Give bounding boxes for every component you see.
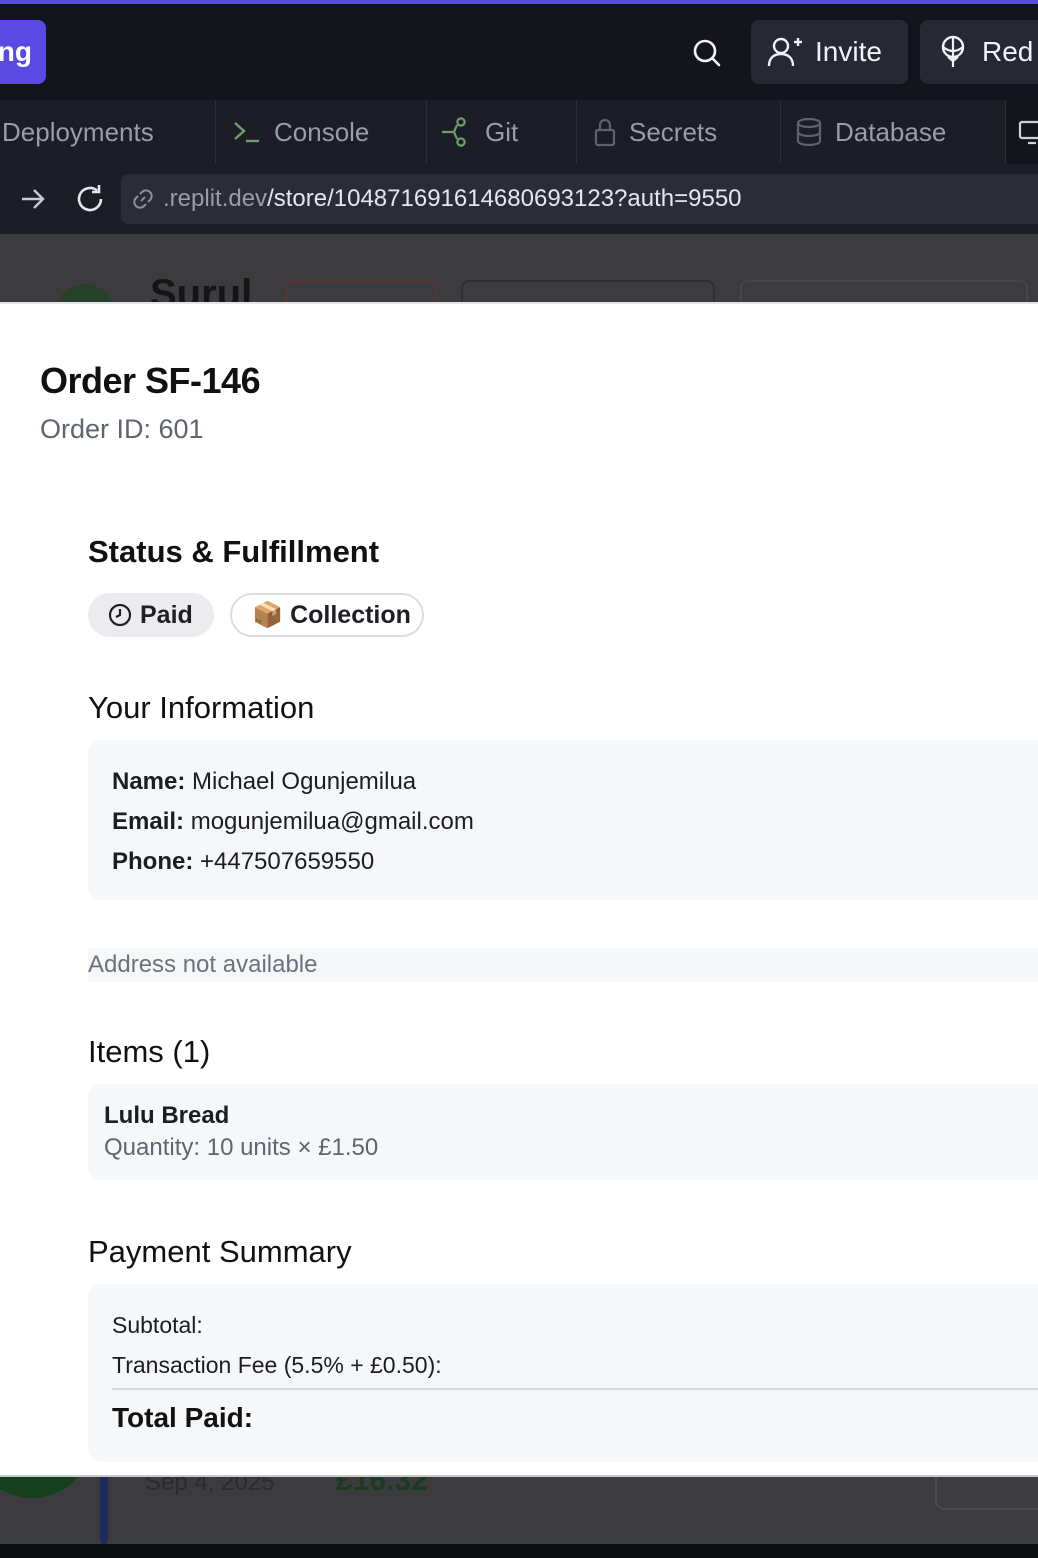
tab-webview[interactable] <box>1006 100 1038 164</box>
url-input[interactable]: .replit.dev/store/10487169161468069312​3… <box>121 174 1038 224</box>
fulfillment-badge: 📦 Collection <box>230 593 424 637</box>
divider <box>112 1388 1038 1390</box>
tab-secrets[interactable]: Secrets <box>577 100 781 164</box>
invite-label: Invite <box>815 36 882 67</box>
phone-label: Phone: <box>112 848 194 875</box>
url-host: .replit.dev <box>163 185 268 212</box>
status-badge-label: Paid <box>140 600 193 629</box>
tab-git[interactable]: Git <box>427 100 577 164</box>
transaction-fee-label: Transaction Fee (5.5% + £0.50): <box>112 1352 442 1378</box>
order-title: Order SF-146 <box>40 360 261 401</box>
forward-button[interactable] <box>16 182 50 216</box>
add-user-icon <box>767 37 802 67</box>
fulfillment-badge-label: 📦 Collection <box>252 600 411 629</box>
total-paid-label: Total Paid: <box>112 1402 254 1433</box>
webview-address-bar: .replit.dev/store/10487169161468069312​3… <box>0 164 1038 234</box>
monitor-icon <box>1018 120 1038 145</box>
workspace-header: ng Invite Red <box>0 4 1038 100</box>
reload-icon <box>77 185 103 212</box>
console-icon <box>234 122 259 143</box>
tab-deployments[interactable]: Deployments <box>0 100 216 164</box>
customer-info-card: Name: Michael Ogunjemilua Email: mogunje… <box>88 740 1038 900</box>
link-icon <box>133 189 153 209</box>
name-row: Name: Michael Ogunjemilua <box>112 768 416 796</box>
lock-icon <box>594 118 616 147</box>
tool-tabs: Deployments Console Git Secrets Database <box>0 100 1038 164</box>
git-icon <box>442 117 466 147</box>
subtotal-label: Subtotal: <box>112 1312 203 1338</box>
order-details-modal: Order SF-146 Order ID: 601 Status & Fulf… <box>0 302 1038 1477</box>
address-placeholder: Address not available <box>88 948 1038 982</box>
phone-value: +447507659550 <box>200 848 375 875</box>
email-label: Email: <box>112 808 185 835</box>
tab-database-label: Database <box>835 116 947 147</box>
name-label: Name: <box>112 768 186 795</box>
redeploy-button[interactable]: Red <box>920 20 1038 84</box>
phone-row: Phone: +447507659550 <box>112 848 374 876</box>
tab-deployments-label: Deployments <box>2 116 154 147</box>
upgrade-button-label: ng <box>0 36 32 67</box>
search-icon <box>693 39 721 67</box>
tab-git-label: Git <box>485 116 519 147</box>
tab-console[interactable]: Console <box>216 100 427 164</box>
item-name: Lulu Bread <box>104 1102 230 1129</box>
item-quantity: Quantity: 10 units × £1.50 <box>104 1134 379 1161</box>
tab-secrets-label: Secrets <box>629 116 718 147</box>
tab-database[interactable]: Database <box>781 100 1006 164</box>
tab-console-label: Console <box>274 116 370 147</box>
clock-icon <box>108 603 132 627</box>
info-section-title: Your Information <box>88 690 315 725</box>
url-path: /store/10487169161468069312​3?auth=9550 <box>267 185 742 212</box>
deploy-icon <box>941 35 965 67</box>
payment-section-title: Payment Summary <box>88 1234 352 1269</box>
reload-button[interactable] <box>73 182 107 216</box>
status-section-title: Status & Fulfillment <box>88 534 380 569</box>
name-value: Michael Ogunjemilua <box>192 768 417 795</box>
invite-button[interactable]: Invite <box>751 20 908 84</box>
search-button[interactable] <box>684 30 730 76</box>
upgrade-button[interactable]: ng <box>0 20 46 84</box>
list-item: Lulu Bread Quantity: 10 units × £1.50 <box>88 1084 1038 1180</box>
bottom-bar <box>0 1544 1038 1558</box>
order-id: Order ID: 601 <box>40 414 204 444</box>
email-row: Email: mogunjemilua@gmail.com <box>112 808 474 836</box>
email-value: mogunjemilua@gmail.com <box>190 808 474 835</box>
arrow-right-icon <box>22 189 45 209</box>
payment-summary-card: Subtotal: Transaction Fee (5.5% + £0.50)… <box>88 1284 1038 1462</box>
database-icon <box>796 117 822 147</box>
status-badge: Paid <box>88 593 214 637</box>
items-section-title: Items (1) <box>88 1034 211 1069</box>
redeploy-label: Red <box>982 36 1034 67</box>
